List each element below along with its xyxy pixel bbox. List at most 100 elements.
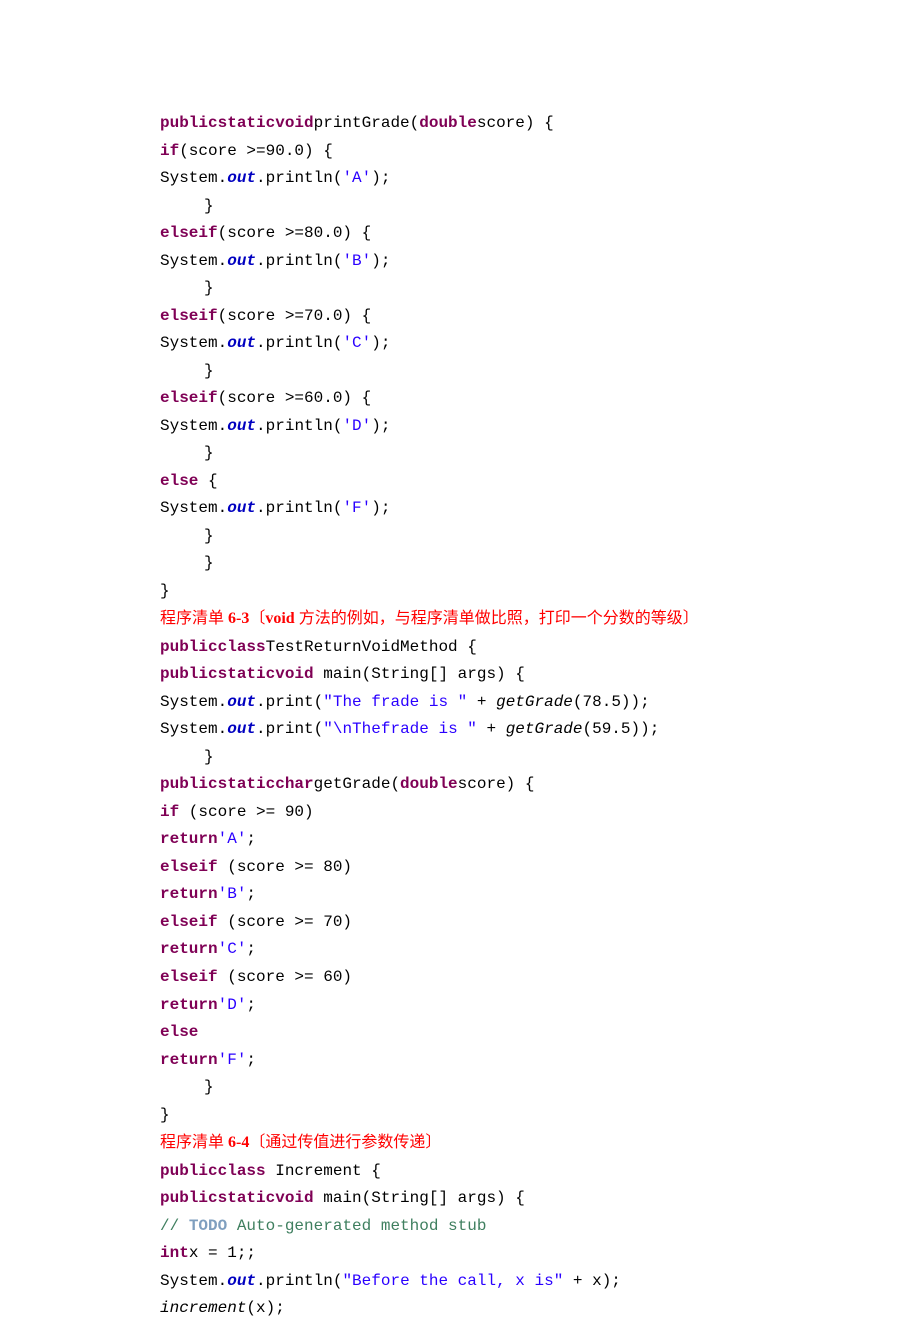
code-text: (score >= 70) [218, 913, 352, 931]
code-text: ; [246, 830, 256, 848]
keyword: return [160, 885, 218, 903]
keyword: publicstaticvoid [160, 665, 314, 683]
code-text: + [477, 720, 506, 738]
method-call: getGrade [506, 720, 583, 738]
string-literal: 'A' [218, 830, 247, 848]
keyword: return [160, 940, 218, 958]
string-literal: 'A' [342, 169, 371, 187]
field: out [227, 693, 256, 711]
code-text: ); [371, 417, 390, 435]
string-literal: 'F' [218, 1051, 247, 1069]
heading-text: 程序清单 [160, 1134, 228, 1151]
code-text: System. [160, 1272, 227, 1290]
keyword: publicclass [160, 638, 266, 656]
code-text: .println( [256, 417, 342, 435]
field: out [227, 334, 256, 352]
comment: Auto-generated method stub [227, 1217, 486, 1235]
code-line: System.out.println('A'); [160, 165, 920, 193]
code-line: publicclassTestReturnVoidMethod { [160, 634, 920, 662]
code-text: printGrade( [314, 114, 420, 132]
code-line: System.out.println("Before the call, x i… [160, 1268, 920, 1296]
code-line: publicstaticvoid main(String[] args) { [160, 661, 920, 689]
code-text: (score >=90.0) { [179, 142, 333, 160]
code-text: .println( [256, 499, 342, 517]
string-literal: 'C' [218, 940, 247, 958]
field: out [227, 720, 256, 738]
keyword: elseif [160, 307, 218, 325]
heading-text: 程序清单 [160, 610, 228, 627]
code-text: System. [160, 693, 227, 711]
brace-close: } [160, 1102, 920, 1130]
comment: // [160, 1217, 189, 1235]
code-text: + x); [563, 1272, 621, 1290]
code-text: .print( [256, 720, 323, 738]
brace-close: } [160, 744, 920, 772]
brace-close: } [160, 193, 920, 221]
code-text: (score >=80.0) { [218, 224, 372, 242]
string-literal: 'B' [342, 252, 371, 270]
code-line: else { [160, 468, 920, 496]
heading-text: 〔 [249, 610, 265, 627]
keyword: elseif [160, 858, 218, 876]
code-text: ); [371, 499, 390, 517]
code-text: score) { [458, 775, 535, 793]
code-text: x = 1;; [189, 1244, 256, 1262]
code-text: (score >= 60) [218, 968, 352, 986]
brace-close: } [160, 440, 920, 468]
code-text: ; [246, 885, 256, 903]
code-document: publicstaticvoidprintGrade(doublescore) … [0, 0, 920, 1323]
code-text: .print( [256, 693, 323, 711]
code-text: + [467, 693, 496, 711]
string-literal: 'D' [342, 417, 371, 435]
keyword: elseif [160, 224, 218, 242]
brace-close: } [160, 275, 920, 303]
code-line: System.out.println('D'); [160, 413, 920, 441]
keyword: else [160, 1023, 198, 1041]
code-line: elseif(score >=70.0) { [160, 303, 920, 331]
code-text: (59.5)); [583, 720, 660, 738]
code-line: return'C'; [160, 936, 920, 964]
code-line: elseif (score >= 80) [160, 854, 920, 882]
code-text: ; [246, 940, 256, 958]
code-line: elseif (score >= 60) [160, 964, 920, 992]
keyword: publicstaticvoid [160, 114, 314, 132]
keyword: double [400, 775, 458, 793]
string-literal: "Before the call, x is" [342, 1272, 563, 1290]
code-text: ); [371, 252, 390, 270]
code-text: Increment { [266, 1162, 381, 1180]
field: out [227, 499, 256, 517]
code-line: System.out.print("\nThefrade is " + getG… [160, 716, 920, 744]
code-text: (score >= 90) [179, 803, 313, 821]
code-text: main(String[] args) { [314, 665, 525, 683]
comment-line: // TODO Auto-generated method stub [160, 1213, 920, 1241]
keyword: publicstaticchar [160, 775, 314, 793]
heading-number: 6-3 [228, 610, 249, 627]
string-literal: 'F' [342, 499, 371, 517]
code-line: System.out.print("The frade is " + getGr… [160, 689, 920, 717]
code-text: .println( [256, 169, 342, 187]
code-line: return'F'; [160, 1047, 920, 1075]
code-text: score) { [477, 114, 554, 132]
field: out [227, 417, 256, 435]
keyword: publicclass [160, 1162, 266, 1180]
field: out [227, 169, 256, 187]
code-text: ); [371, 334, 390, 352]
string-literal: 'C' [342, 334, 371, 352]
code-line: increment(x); [160, 1295, 920, 1323]
code-text: ); [371, 169, 390, 187]
code-text: .println( [256, 1272, 342, 1290]
heading-text: 方法的例如，与程序清单做比照，打印一个分数的等级〕 [299, 610, 699, 627]
string-literal: 'D' [218, 996, 247, 1014]
keyword: return [160, 996, 218, 1014]
brace-close: } [160, 578, 920, 606]
code-text: (score >=60.0) { [218, 389, 372, 407]
code-text: main(String[] args) { [314, 1189, 525, 1207]
todo-tag: TODO [189, 1217, 227, 1235]
code-line: elseif(score >=60.0) { [160, 385, 920, 413]
string-literal: 'B' [218, 885, 247, 903]
code-line: publicstaticvoid main(String[] args) { [160, 1185, 920, 1213]
code-line: if(score >=90.0) { [160, 138, 920, 166]
keyword: publicstaticvoid [160, 1189, 314, 1207]
brace-close: } [160, 523, 920, 551]
code-line: elseif (score >= 70) [160, 909, 920, 937]
